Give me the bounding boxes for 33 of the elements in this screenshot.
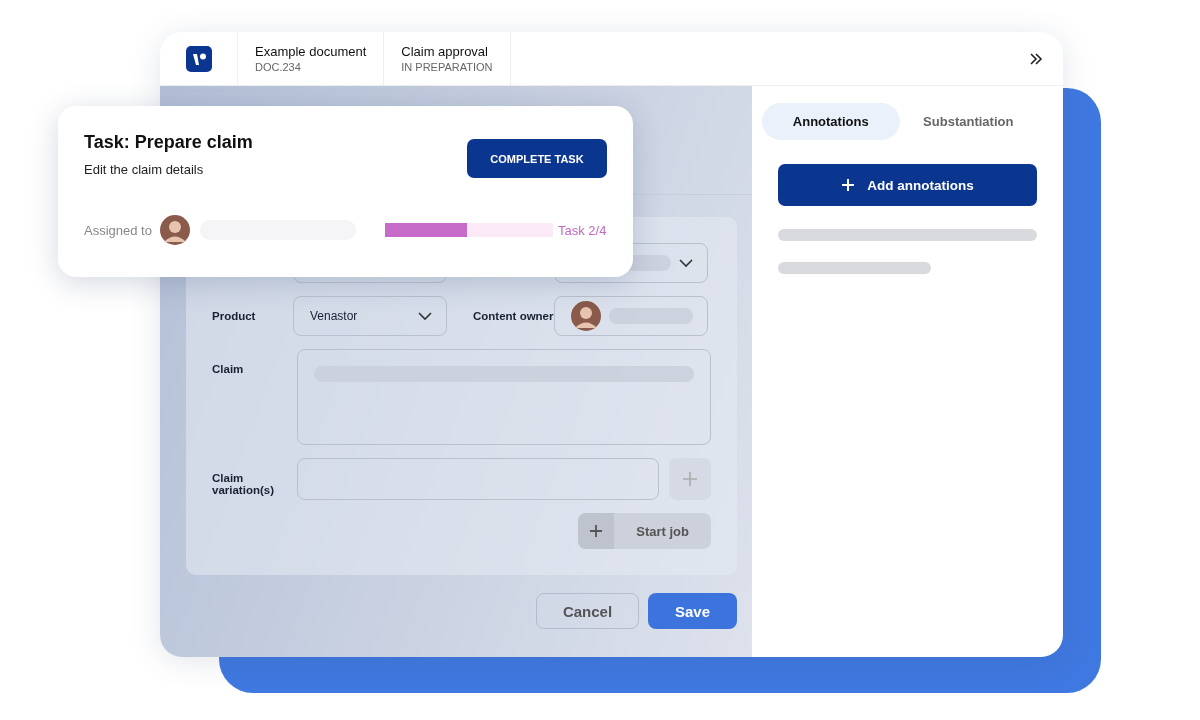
claim-textarea[interactable] (297, 349, 711, 445)
add-annotations-button[interactable]: Add annotations (778, 164, 1037, 206)
chevron-down-icon (679, 258, 693, 268)
task-description: Edit the claim details (84, 162, 205, 177)
start-job-button[interactable]: Start job (578, 513, 711, 549)
dropdown-field[interactable]: Venastor (293, 296, 447, 336)
chevron-down-icon (418, 311, 432, 321)
save-button[interactable]: Save (648, 593, 737, 629)
plus-icon (682, 471, 698, 487)
complete-task-button[interactable]: COMPLETE TASK (467, 139, 607, 178)
progress-reading: Task 2/4 (558, 222, 607, 238)
field-label: Claim variation(s) (212, 471, 275, 496)
avatar-icon (571, 301, 601, 331)
field-label: Product (212, 309, 257, 322)
field-label: Content owner (472, 309, 554, 322)
field-label: Claim (212, 362, 245, 375)
tab[interactable]: Substantiation (899, 103, 1037, 140)
assigned-label: Assigned to (84, 222, 153, 238)
input-field[interactable] (297, 458, 659, 500)
document-title: Claim approval (401, 44, 489, 59)
plus-icon (589, 524, 604, 538)
logo-icon (185, 45, 212, 72)
document-status: DOC.234 (255, 61, 302, 73)
plus-icon (841, 178, 856, 192)
document-title: Example document (255, 44, 367, 59)
person-field[interactable] (554, 296, 708, 336)
tab[interactable]: Annotations (762, 103, 900, 140)
avatar-icon (160, 215, 190, 245)
add-button[interactable] (669, 458, 711, 500)
double-chevron-icon[interactable] (1029, 51, 1043, 66)
document-status: IN PREPARATION (401, 61, 493, 73)
task-title: Task: Prepare claim (84, 132, 253, 153)
cancel-button[interactable]: Cancel (536, 593, 639, 629)
